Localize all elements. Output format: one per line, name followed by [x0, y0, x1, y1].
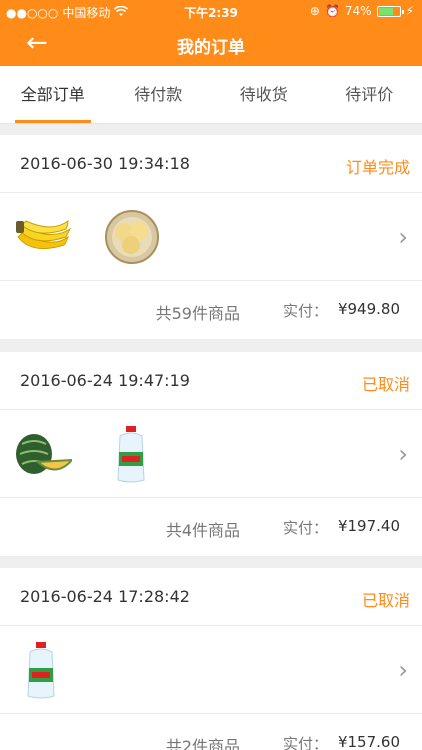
paid-amount: ¥197.40 — [337, 517, 400, 535]
order-status: 已取消 — [361, 591, 410, 610]
product-thumb-water-bottle — [12, 640, 72, 700]
order-footer: 共59件商品 实付： ¥949.80 — [0, 281, 422, 339]
charging-icon: ⚡ — [405, 4, 414, 18]
order-header: 2016-06-30 19:34:18 订单完成 — [0, 135, 422, 193]
order-date: 2016-06-24 19:47:19 — [20, 371, 190, 390]
alarm-icon: ⏰ — [324, 4, 340, 18]
order-items-row[interactable]: › — [0, 193, 422, 281]
tab-pending-review[interactable]: 待评价 — [317, 66, 422, 123]
status-bar: ●●○○○ 中国移动 下午2:39 ⊕ ⏰ 74% ⚡ — [0, 0, 422, 22]
paid-label: 实付： — [282, 519, 328, 537]
order-date: 2016-06-24 17:28:42 — [20, 587, 190, 606]
tab-all-orders[interactable]: 全部订单 — [0, 66, 106, 123]
paid-amount: ¥157.60 — [337, 733, 400, 750]
order-header: 2016-06-24 17:28:42 已取消 — [0, 568, 422, 626]
product-thumb-water-bottle — [102, 424, 162, 484]
order-item-count: 共59件商品 — [155, 304, 240, 323]
status-right: ⊕ ⏰ 74% ⚡ — [310, 4, 414, 18]
order-item-count: 共2件商品 — [165, 737, 240, 750]
page-title: 我的订单 — [177, 38, 245, 58]
paid-amount: ¥949.80 — [337, 300, 400, 318]
chevron-right-icon: › — [398, 656, 408, 684]
product-thumb-watermelon — [12, 424, 75, 484]
battery-percent: 74% — [344, 4, 372, 18]
chevron-right-icon: › — [398, 223, 408, 251]
paid-label: 实付： — [282, 735, 328, 750]
order-tabs: 全部订单 待付款 待收货 待评价 — [0, 66, 422, 124]
battery-fill — [378, 7, 394, 15]
order-footer: 共4件商品 实付： ¥197.40 — [0, 498, 422, 556]
nav-bar: ← 我的订单 — [0, 22, 422, 66]
rotation-lock-icon: ⊕ — [309, 4, 320, 18]
chevron-right-icon: › — [398, 440, 408, 468]
battery-icon — [376, 5, 404, 17]
order-status: 已取消 — [361, 375, 410, 394]
order-date: 2016-06-30 19:34:18 — [20, 154, 190, 173]
product-thumb-apple-basket — [102, 207, 162, 267]
order-items-row[interactable]: › — [0, 410, 422, 498]
paid-label: 实付： — [282, 302, 328, 320]
order-header: 2016-06-24 19:47:19 已取消 — [0, 352, 422, 410]
order-card[interactable]: 2016-06-24 19:47:19 已取消 › 共4件商品 实付： ¥197… — [0, 352, 422, 556]
tab-pending-receipt[interactable]: 待收货 — [211, 66, 317, 123]
order-footer: 共2件商品 实付： ¥157.60 — [0, 714, 422, 750]
order-items-row[interactable]: › — [0, 626, 422, 714]
tab-pending-payment[interactable]: 待付款 — [106, 66, 212, 123]
order-card[interactable]: 2016-06-30 19:34:18 订单完成 › 共59件商品 实付： ¥9… — [0, 135, 422, 339]
product-thumb-banana — [12, 207, 72, 267]
order-status: 订单完成 — [345, 158, 410, 177]
order-card[interactable]: 2016-06-24 17:28:42 已取消 › 共2件商品 实付： ¥157… — [0, 568, 422, 750]
order-item-count: 共4件商品 — [165, 521, 240, 540]
